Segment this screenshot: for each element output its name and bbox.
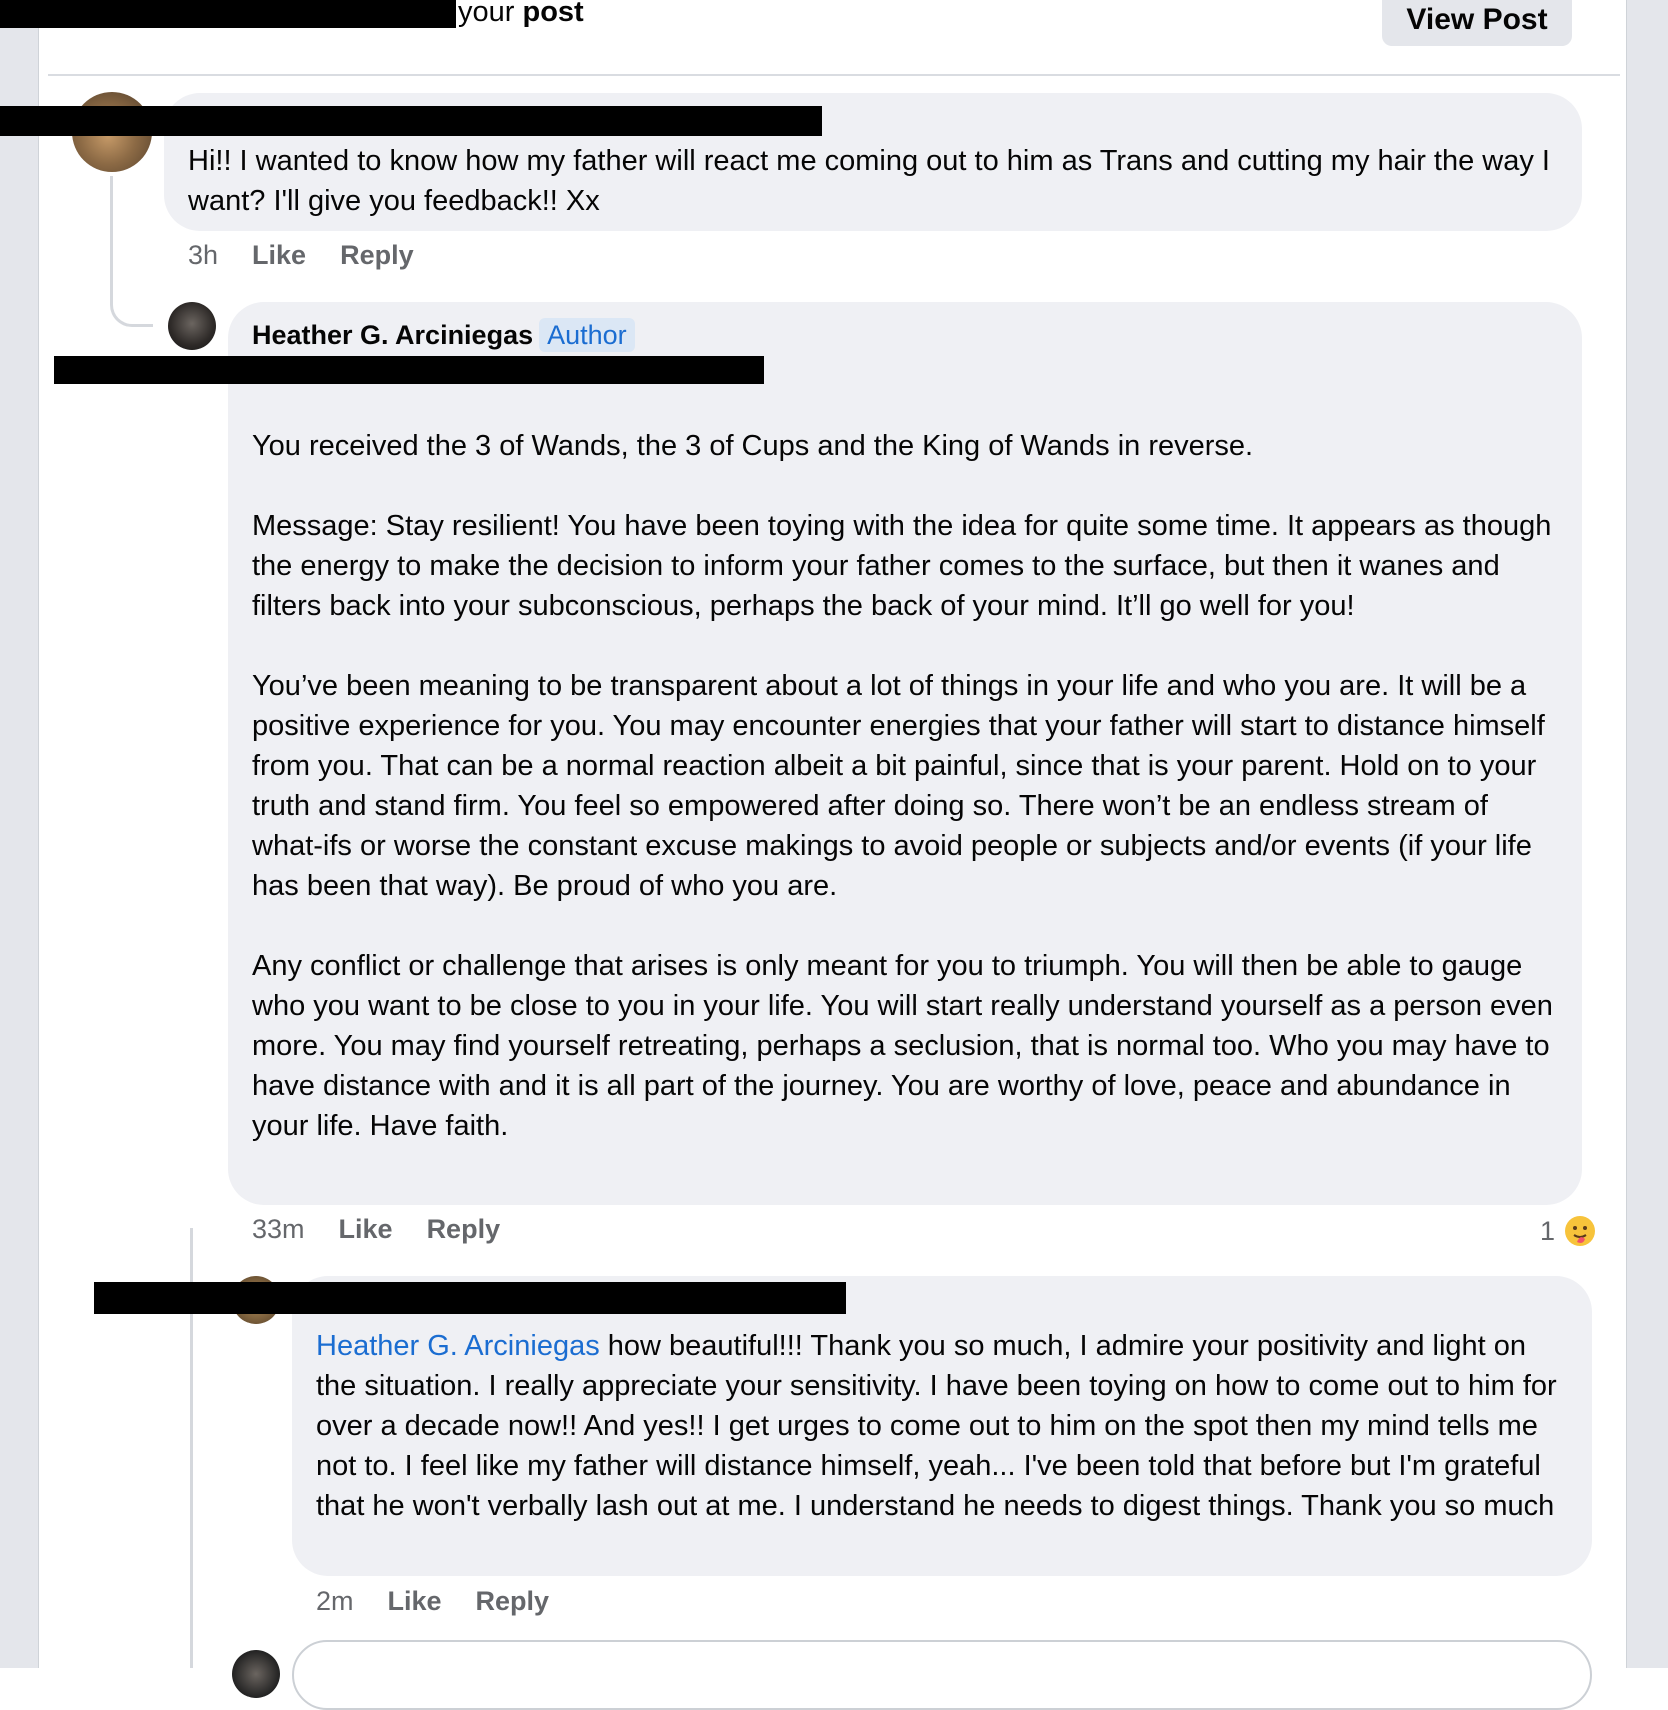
- reply-input[interactable]: [292, 1640, 1592, 1710]
- comment-3-reply-button[interactable]: Reply: [476, 1586, 550, 1617]
- comment-2-text: You received the 3 of Wands, the 3 of Cu…: [252, 430, 1553, 1142]
- right-page-gutter: [1626, 0, 1668, 1668]
- header-divider: [48, 74, 1620, 76]
- current-user-avatar: [232, 1650, 280, 1698]
- comment-2-actions: 33m Like Reply: [252, 1214, 534, 1245]
- notification-header: your post: [458, 0, 584, 30]
- reaction-count: 1: [1540, 1215, 1556, 1246]
- hug-emoji-icon: [1563, 1214, 1597, 1248]
- comment-2-reaction-summary[interactable]: 1: [1540, 1214, 1597, 1248]
- comment-1-reply-button[interactable]: Reply: [340, 240, 414, 271]
- comment-2-author-name[interactable]: Heather G. Arciniegas: [252, 320, 533, 350]
- comment-2-author-line: Heather G. Arciniegas Author: [252, 318, 1558, 352]
- comment-3-like-button[interactable]: Like: [388, 1586, 442, 1617]
- redaction-bar: [54, 356, 764, 384]
- thread-connector-line: [110, 176, 153, 327]
- view-post-button[interactable]: View Post: [1382, 0, 1572, 46]
- comment-bubble-3: Heather G. Arciniegas how beautiful!!! T…: [292, 1276, 1592, 1576]
- comment-1-timestamp[interactable]: 3h: [188, 240, 218, 271]
- author-badge: Author: [539, 318, 635, 352]
- comment-2-like-button[interactable]: Like: [339, 1214, 393, 1245]
- comment-3-mention-link[interactable]: Heather G. Arciniegas: [316, 1330, 600, 1362]
- comment-2-reply-button[interactable]: Reply: [427, 1214, 501, 1245]
- comment-2-timestamp[interactable]: 33m: [252, 1214, 305, 1245]
- author-avatar[interactable]: [168, 302, 216, 350]
- comment-1-actions: 3h Like Reply: [188, 240, 448, 271]
- comment-3-timestamp[interactable]: 2m: [316, 1586, 354, 1617]
- comment-bubble-2: Heather G. Arciniegas Author You received…: [228, 302, 1582, 1205]
- comment-1-text: Hi!! I wanted to know how my father will…: [188, 145, 1559, 217]
- redaction-bar: [94, 1282, 846, 1314]
- comment-3-actions: 2m Like Reply: [316, 1586, 583, 1617]
- redaction-bar: [0, 0, 456, 28]
- left-page-gutter: [0, 0, 39, 1668]
- header-text-post: post: [522, 0, 584, 28]
- redaction-bar: [0, 106, 822, 136]
- comment-1-like-button[interactable]: Like: [252, 240, 306, 271]
- header-text-prefix: your: [458, 0, 515, 28]
- comment-3-body: Heather G. Arciniegas how beautiful!!! T…: [316, 1326, 1568, 1526]
